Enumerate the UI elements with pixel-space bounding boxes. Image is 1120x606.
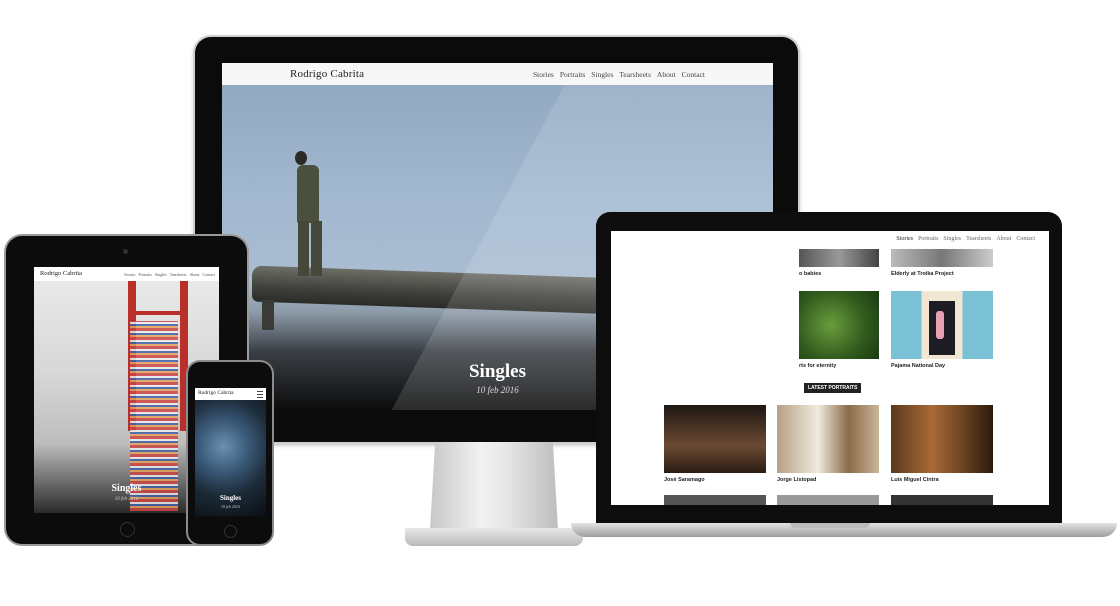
story-thumbnail[interactable] bbox=[891, 291, 993, 359]
phone-home-button[interactable] bbox=[224, 525, 237, 538]
wing-strut bbox=[262, 300, 274, 330]
tablet-camera bbox=[123, 249, 128, 254]
story-caption[interactable]: Pajama National Day bbox=[891, 363, 945, 369]
hero-title[interactable]: Singles bbox=[195, 494, 266, 502]
site-logo[interactable]: Rodrigo Cabrita bbox=[40, 270, 82, 277]
nav-stories[interactable]: Stories bbox=[896, 236, 913, 242]
portrait-thumbnail[interactable] bbox=[891, 495, 993, 505]
hero-date: 10 feb 2016 bbox=[221, 504, 240, 509]
story-thumbnail[interactable] bbox=[799, 291, 879, 359]
nav-portraits[interactable]: Portraits bbox=[560, 70, 585, 79]
site-logo[interactable]: Rodrigo Cabrita bbox=[198, 390, 234, 396]
figure-body bbox=[297, 165, 319, 223]
story-thumbnail[interactable] bbox=[799, 249, 879, 267]
figure-head bbox=[295, 151, 307, 165]
nav-tearsheets[interactable]: Tearsheets bbox=[619, 70, 651, 79]
nav-about[interactable]: About bbox=[657, 70, 676, 79]
story-caption[interactable]: o babies bbox=[799, 271, 821, 277]
nav-stories[interactable]: Stories bbox=[124, 272, 135, 277]
nav-tearsheets[interactable]: Tearsheets bbox=[170, 272, 187, 277]
nav-singles[interactable]: Singles bbox=[155, 272, 167, 277]
story-caption[interactable]: Elderly at Troika Project bbox=[891, 271, 954, 277]
nav-contact[interactable]: Contact bbox=[1016, 236, 1035, 242]
phone-screen: Rodrigo Cabrita Singles 10 feb 2016 bbox=[195, 388, 266, 516]
bridge-tower bbox=[180, 281, 188, 431]
nav-contact[interactable]: Contact bbox=[203, 272, 215, 277]
portrait-thumbnail[interactable] bbox=[777, 495, 879, 505]
laptop-nav: Stories Portraits Singles Tearsheets Abo… bbox=[896, 236, 1035, 242]
nav-singles[interactable]: Singles bbox=[591, 70, 613, 79]
nav-stories[interactable]: Stories bbox=[533, 70, 554, 79]
portrait-thumbnail[interactable] bbox=[891, 405, 993, 473]
site-header: Rodrigo Cabrita Stories Portraits Single… bbox=[222, 63, 773, 85]
tablet-home-button[interactable] bbox=[120, 522, 135, 537]
portrait-thumbnail[interactable] bbox=[664, 405, 766, 473]
laptop-screen: Stories Portraits Singles Tearsheets Abo… bbox=[611, 231, 1049, 505]
story-caption[interactable]: rts for eternity bbox=[799, 363, 836, 369]
nav-portraits[interactable]: Portraits bbox=[918, 236, 938, 242]
portrait-caption[interactable]: Jorge Listopad bbox=[777, 477, 816, 483]
hero-photo[interactable]: Singles 10 feb 2016 bbox=[195, 400, 266, 516]
nav-about[interactable]: About bbox=[996, 236, 1011, 242]
nav-portraits[interactable]: Portraits bbox=[138, 272, 152, 277]
nav-singles[interactable]: Singles bbox=[943, 236, 961, 242]
site-logo[interactable]: Rodrigo Cabrita bbox=[290, 68, 364, 80]
site-nav: Stories Portraits Singles Tearsheets Abo… bbox=[124, 272, 215, 277]
nav-about[interactable]: About bbox=[190, 272, 200, 277]
portrait-caption[interactable]: Luís Miguel Cintra bbox=[891, 477, 939, 483]
monitor-stand-base bbox=[405, 528, 583, 546]
bridge-beam bbox=[128, 311, 188, 315]
latest-portraits-label: LATEST PORTRAITS bbox=[804, 383, 862, 393]
story-thumbnail[interactable] bbox=[891, 249, 993, 267]
monitor-stand-neck bbox=[430, 442, 558, 530]
site-header: Rodrigo Cabrita Stories Portraits Single… bbox=[34, 267, 219, 281]
nav-contact[interactable]: Contact bbox=[682, 70, 705, 79]
site-nav: Stories Portraits Singles Tearsheets Abo… bbox=[533, 70, 705, 79]
portrait-thumbnail[interactable] bbox=[777, 405, 879, 473]
figure-legs bbox=[298, 221, 322, 276]
hamburger-menu-icon[interactable] bbox=[257, 391, 263, 398]
laptop-notch bbox=[790, 523, 870, 528]
portrait-thumbnail[interactable] bbox=[664, 495, 766, 505]
nav-tearsheets[interactable]: Tearsheets bbox=[966, 236, 991, 242]
portrait-caption[interactable]: José Saramago bbox=[664, 477, 705, 483]
